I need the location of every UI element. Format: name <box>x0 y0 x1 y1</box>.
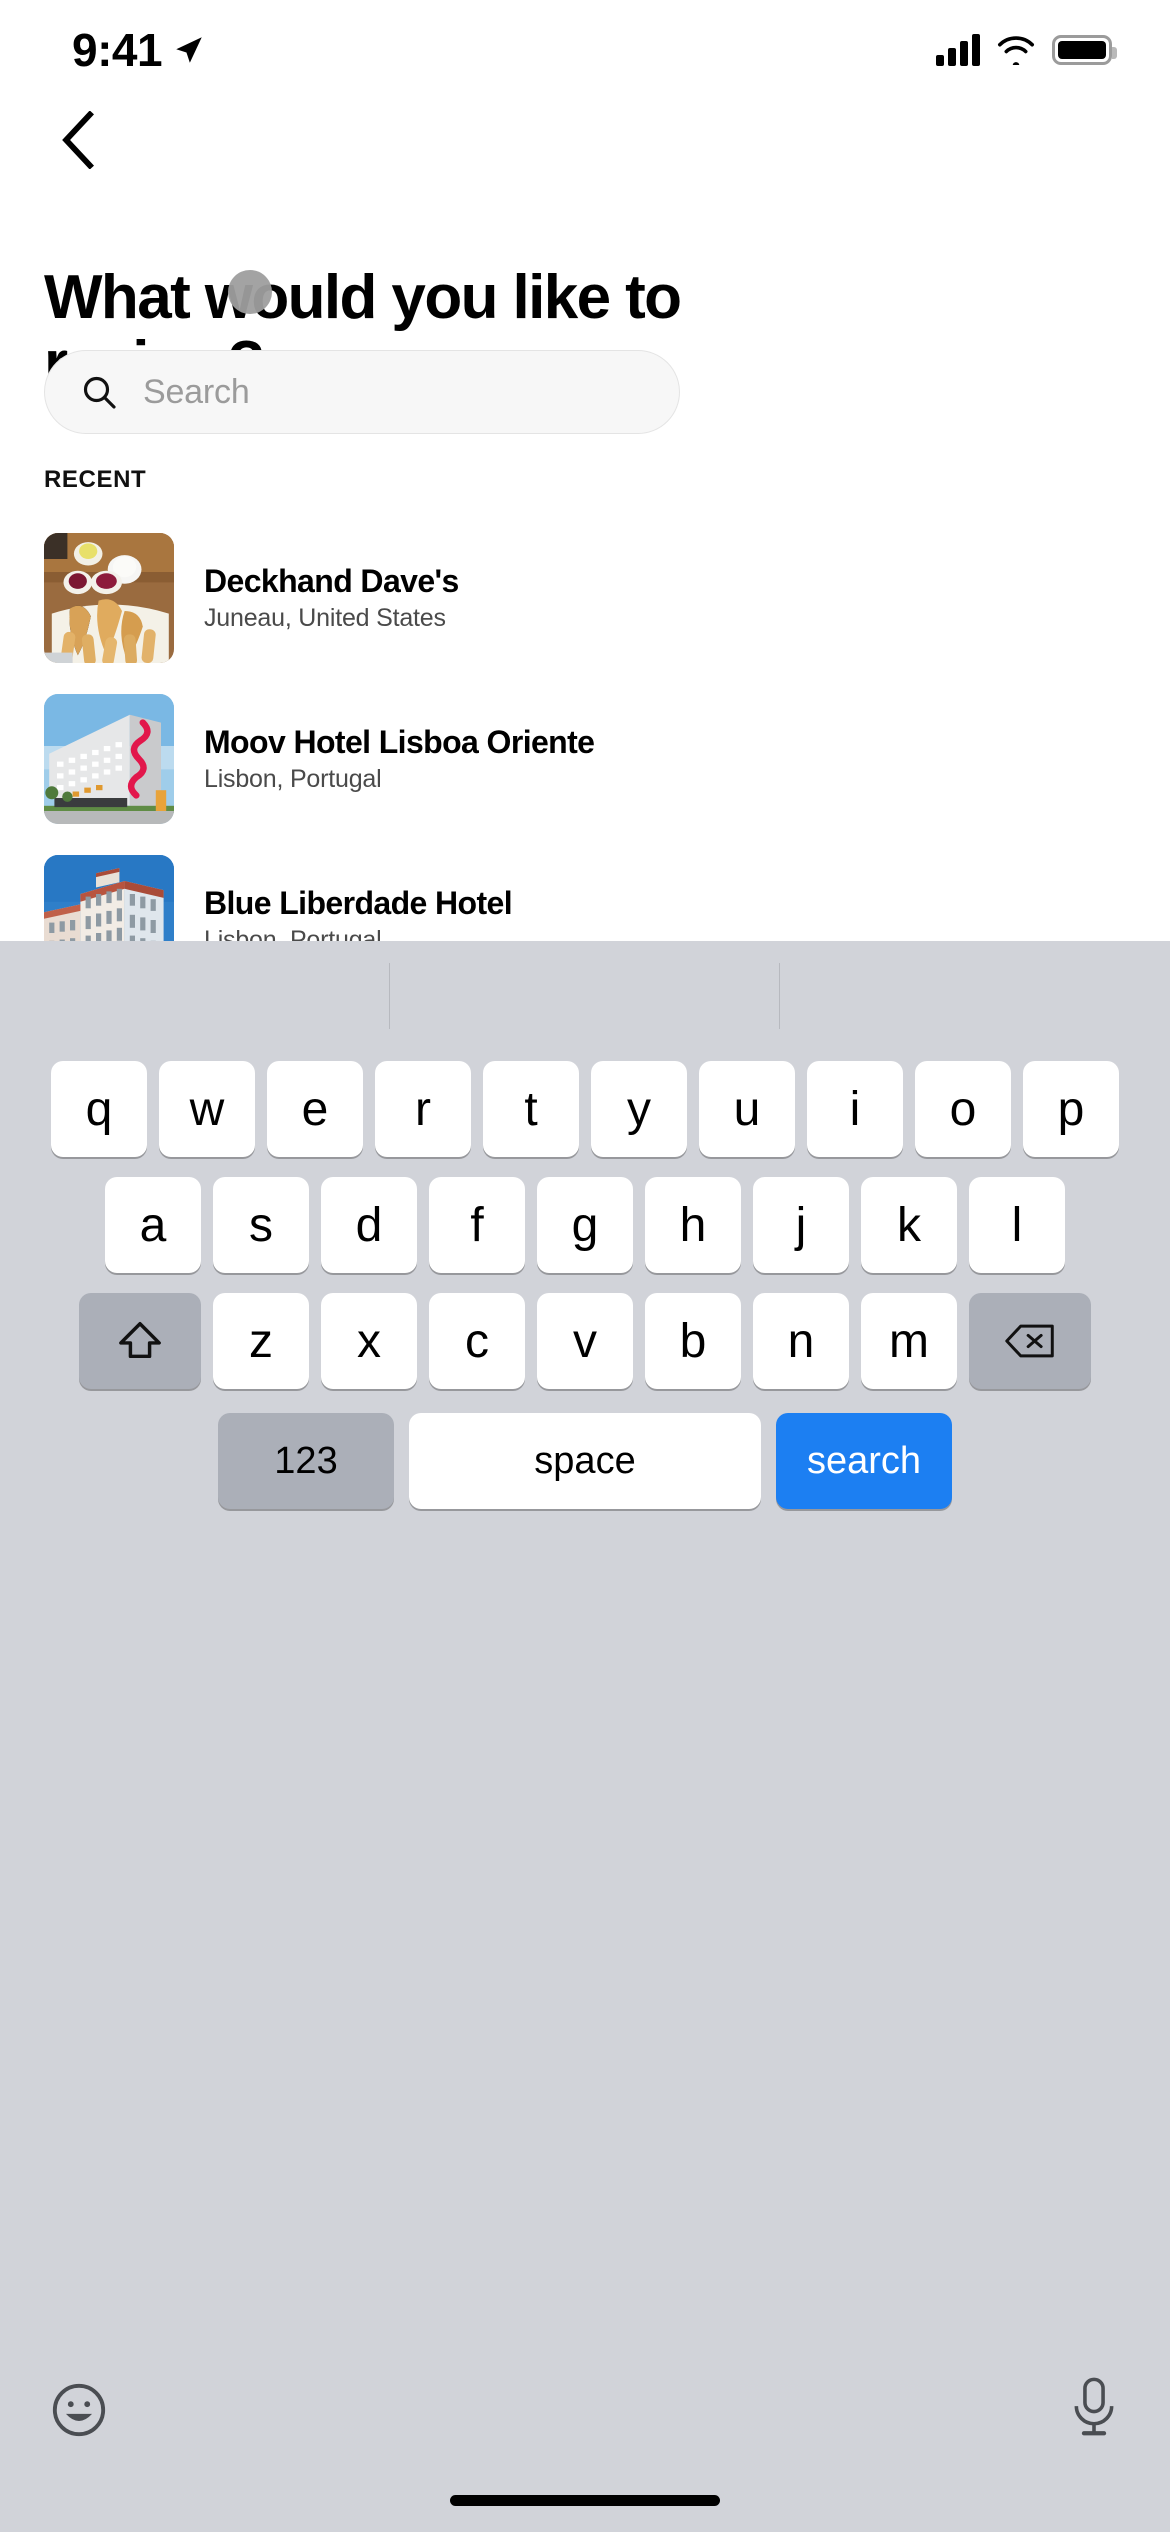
emoji-smiley-icon <box>52 2383 106 2437</box>
key-r[interactable]: r <box>375 1061 471 1157</box>
recent-section-label: RECENT <box>44 466 147 493</box>
microphone-icon <box>1074 2377 1114 2436</box>
list-item-text: Moov Hotel Lisboa Oriente Lisbon, Portug… <box>204 723 595 794</box>
key-o[interactable]: o <box>915 1061 1011 1157</box>
key-d[interactable]: d <box>321 1177 417 1273</box>
key-l[interactable]: l <box>969 1177 1065 1273</box>
list-item-text: Deckhand Dave's Juneau, United States <box>204 563 459 633</box>
list-item-subtitle: Lisbon, Portugal <box>204 764 382 793</box>
key-b[interactable]: b <box>645 1293 741 1389</box>
key-x[interactable]: x <box>321 1293 417 1389</box>
on-screen-keyboard: q w e r t y u i o p a s d f g h j k l z … <box>0 941 1170 2532</box>
keyboard-row-2: a s d f g h j k l <box>0 1177 1170 1273</box>
location-arrow-icon <box>176 37 202 63</box>
key-n[interactable]: n <box>753 1293 849 1389</box>
list-item-thumbnail <box>44 532 174 663</box>
key-y[interactable]: y <box>591 1061 687 1157</box>
key-h[interactable]: h <box>645 1177 741 1273</box>
keyboard-row-3: z x c v b n m <box>0 1293 1170 1389</box>
status-bar-left: 9:41 <box>72 23 206 77</box>
status-bar-right <box>936 34 1117 66</box>
search-icon <box>83 376 116 409</box>
key-m[interactable]: m <box>861 1293 957 1389</box>
key-u[interactable]: u <box>699 1061 795 1157</box>
list-item-title: Blue Liberdade Hotel <box>204 884 513 921</box>
space-key[interactable]: space <box>409 1413 761 1509</box>
keyboard-row-4: 123 space search <box>0 1413 1170 1509</box>
key-e[interactable]: e <box>267 1061 363 1157</box>
chevron-left-icon <box>62 111 94 169</box>
search-return-key[interactable]: search <box>776 1413 952 1509</box>
key-t[interactable]: t <box>483 1061 579 1157</box>
list-item-title: Deckhand Dave's <box>204 562 459 599</box>
numbers-key[interactable]: 123 <box>218 1413 394 1509</box>
list-item[interactable]: Deckhand Dave's Juneau, United States <box>0 517 1170 678</box>
search-input[interactable]: Search <box>44 350 680 434</box>
key-v[interactable]: v <box>537 1293 633 1389</box>
backspace-delete-icon <box>1005 1324 1054 1358</box>
key-g[interactable]: g <box>537 1177 633 1273</box>
key-q[interactable]: q <box>51 1061 147 1157</box>
key-f[interactable]: f <box>429 1177 525 1273</box>
backspace-key[interactable] <box>969 1293 1091 1389</box>
keyboard-bottom-bar <box>0 2342 1170 2532</box>
emoji-key[interactable] <box>50 2381 108 2444</box>
keyboard-row-1: q w e r t y u i o p <box>0 1061 1170 1157</box>
back-button[interactable] <box>38 100 118 180</box>
home-indicator <box>450 2495 720 2506</box>
recent-list: Deckhand Dave's Juneau, United States Mo… <box>0 517 1170 1000</box>
shift-arrow-icon <box>119 1322 161 1359</box>
suggestion-divider <box>779 963 780 1029</box>
key-j[interactable]: j <box>753 1177 849 1273</box>
key-w[interactable]: w <box>159 1061 255 1157</box>
list-item-thumbnail <box>44 693 174 824</box>
modern-white-hotel-building-photo <box>44 693 174 824</box>
fried-fish-and-chips-photo <box>44 532 174 663</box>
list-item-subtitle: Juneau, United States <box>204 603 446 632</box>
list-item-title: Moov Hotel Lisboa Oriente <box>204 723 595 760</box>
key-a[interactable]: a <box>105 1177 201 1273</box>
shift-key[interactable] <box>79 1293 201 1389</box>
list-item[interactable]: Moov Hotel Lisboa Oriente Lisbon, Portug… <box>0 678 1170 839</box>
predictive-suggestion-bar[interactable] <box>0 941 1170 1051</box>
status-bar: 9:41 <box>0 0 1170 100</box>
cellular-bars-icon <box>936 34 980 66</box>
touch-indicator <box>228 270 272 314</box>
key-k[interactable]: k <box>861 1177 957 1273</box>
wifi-icon <box>998 36 1034 65</box>
status-time: 9:41 <box>72 24 163 76</box>
battery-full-icon <box>1052 35 1117 65</box>
key-i[interactable]: i <box>807 1061 903 1157</box>
key-p[interactable]: p <box>1023 1061 1119 1157</box>
key-s[interactable]: s <box>213 1177 309 1273</box>
dictation-key[interactable] <box>1068 2377 1120 2444</box>
key-c[interactable]: c <box>429 1293 525 1389</box>
suggestion-divider <box>389 963 390 1029</box>
key-z[interactable]: z <box>213 1293 309 1389</box>
search-placeholder: Search <box>143 372 250 411</box>
